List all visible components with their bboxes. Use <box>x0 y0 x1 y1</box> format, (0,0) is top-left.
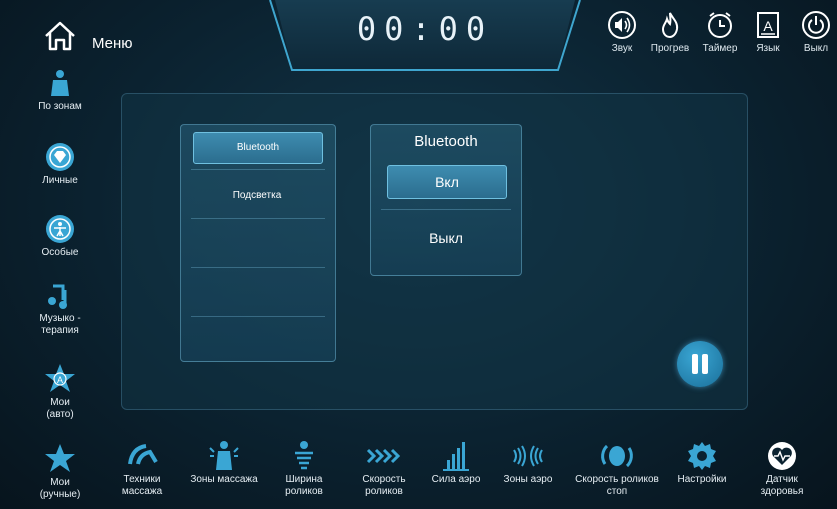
star-icon <box>45 444 75 472</box>
bottom-item-settings[interactable]: Настройки <box>664 440 740 486</box>
flame-icon <box>661 12 679 39</box>
svg-text:A: A <box>763 18 773 34</box>
language-label: Язык <box>756 43 780 54</box>
air-zone-icon <box>513 445 543 467</box>
bottom-item-roller-speed[interactable]: Скорость роликов <box>346 440 422 498</box>
figure-circle-icon <box>46 215 74 243</box>
power-icon <box>802 11 830 39</box>
settings-list: Bluetooth Подсветка <box>180 124 336 362</box>
heat-label: Прогрев <box>650 43 690 54</box>
bottom-item-label: Датчик здоровья <box>760 474 804 497</box>
sidebar-item-personal[interactable]: Личные <box>20 142 100 187</box>
list-item-backlight[interactable]: Подсветка <box>193 181 321 211</box>
bottom-item-label: Настройки <box>677 474 727 485</box>
bottom-item-label: Зоны массажа <box>190 474 258 485</box>
home-icon <box>45 21 75 51</box>
sound-label: Звук <box>611 43 633 54</box>
list-divider <box>191 316 325 317</box>
pause-icon <box>692 354 698 374</box>
sidebar-item-my-auto[interactable]: A Мои (авто) <box>20 362 100 421</box>
power-button[interactable]: Выкл <box>793 10 837 54</box>
bluetooth-on-option[interactable]: Вкл <box>387 165 507 199</box>
language-button[interactable]: A Язык <box>745 10 791 54</box>
timer-label: Таймер <box>702 43 738 54</box>
sidebar-item-label: Мои (авто) <box>46 397 74 420</box>
pause-icon <box>702 354 708 374</box>
sidebar-item-music-therapy[interactable]: Музыко - терапия <box>20 280 100 337</box>
timer-display: 00:00 <box>356 10 494 48</box>
sidebar-item-label: Особые <box>41 247 79 258</box>
pause-button[interactable] <box>677 341 723 387</box>
sidebar-item-label: По зонам <box>38 101 82 112</box>
list-divider <box>191 218 325 219</box>
bluetooth-panel: Bluetooth Вкл Выкл <box>370 124 522 276</box>
power-label: Выкл <box>803 43 829 54</box>
option-divider <box>381 209 511 210</box>
menu-label: Меню <box>92 35 133 52</box>
sidebar-item-zones[interactable]: По зонам <box>20 68 100 113</box>
star-a-icon: A <box>45 364 75 392</box>
sidebar-item-special[interactable]: Особые <box>20 214 100 259</box>
air-strength-icon <box>443 442 469 471</box>
bottom-item-foot-roller-speed[interactable]: Скорость роликов стоп <box>572 440 662 498</box>
roller-width-icon <box>295 441 313 470</box>
heat-button[interactable]: Прогрев <box>647 10 693 54</box>
bottom-item-health-sensor[interactable]: Датчик здоровья <box>744 440 820 498</box>
list-divider <box>191 169 325 170</box>
bottom-item-label: Скорость роликов <box>362 474 406 497</box>
diamond-icon <box>46 143 74 171</box>
bottom-item-label: Техники массажа <box>121 474 163 497</box>
bottom-item-label: Ширина роликов <box>285 474 323 497</box>
list-item-bluetooth[interactable]: Bluetooth <box>193 132 323 164</box>
home-button[interactable] <box>42 18 78 54</box>
massage-technique-icon <box>128 444 158 465</box>
sidebar-item-my-manual[interactable]: Мои (ручные) <box>20 442 100 501</box>
bottom-item-label: Скорость роликов стоп <box>575 474 659 497</box>
foot-roller-speed-icon <box>601 444 633 468</box>
massage-zone-icon <box>209 441 239 470</box>
music-note-icon <box>48 284 67 309</box>
clock-icon <box>708 12 732 38</box>
svg-text:A: A <box>57 375 63 385</box>
sidebar-item-label: Личные <box>42 175 78 186</box>
bottom-item-massage-techniques[interactable]: Техники массажа <box>104 440 180 498</box>
bottom-item-air-strength[interactable]: Сила аэро <box>418 440 494 486</box>
bottom-item-label: Зоны аэро <box>503 474 553 485</box>
sound-button[interactable]: Звук <box>599 10 645 54</box>
gear-icon <box>688 442 716 470</box>
bottom-item-massage-zones[interactable]: Зоны массажа <box>186 440 262 486</box>
bottom-item-label: Сила аэро <box>431 474 481 485</box>
bottom-item-roller-width[interactable]: Ширина роликов <box>266 440 342 498</box>
bluetooth-off-option[interactable]: Выкл <box>387 222 505 254</box>
language-icon: A <box>757 12 779 38</box>
heart-sensor-icon <box>768 442 796 470</box>
sidebar-item-label: Мои (ручные) <box>39 477 81 500</box>
bottom-item-air-zones[interactable]: Зоны аэро <box>490 440 566 486</box>
speaker-icon <box>608 11 636 39</box>
body-icon <box>51 70 69 96</box>
list-divider <box>191 267 325 268</box>
bluetooth-title: Bluetooth <box>414 133 478 150</box>
timer-button[interactable]: Таймер <box>697 10 743 54</box>
roller-speed-icon <box>366 448 401 464</box>
sidebar-item-label: Музыко - терапия <box>39 313 81 336</box>
